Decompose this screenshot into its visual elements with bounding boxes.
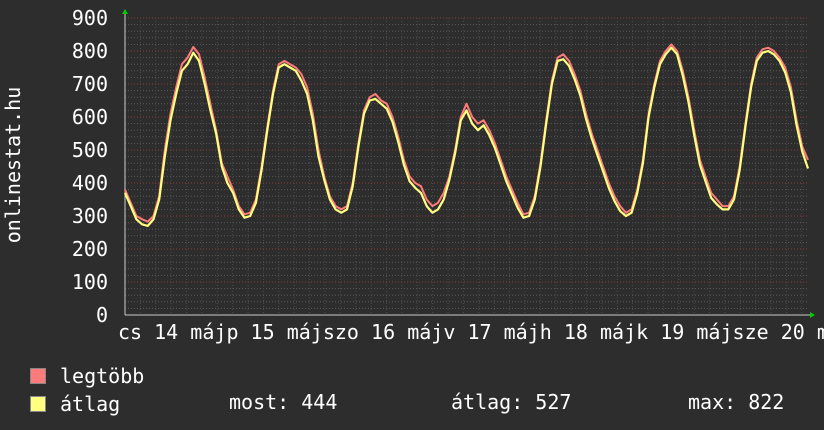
stat-max: max: 822: [688, 390, 785, 414]
x-tick-label: máj: [817, 320, 824, 344]
x-tick-label: cs: [118, 320, 142, 344]
stat-average: átlag: 527: [451, 390, 572, 414]
x-tick-label: 17: [467, 320, 491, 344]
line-chart: 0100200300400500600700800900 cs 14 máj p 15 m…: [1, 6, 824, 344]
y-tick-label: 900: [72, 6, 108, 30]
y-tick-label: 400: [72, 171, 108, 195]
y-tick-label: 500: [72, 138, 108, 162]
x-tick-label: h: [540, 320, 552, 344]
grid: [125, 17, 808, 316]
y-tick-label: 700: [72, 72, 108, 96]
x-tick-label: 19: [660, 320, 684, 344]
y-tick-label: 600: [72, 105, 108, 129]
stat-now: most: 444: [229, 390, 338, 414]
x-tick-label: sze: [733, 320, 769, 344]
y-tick-label: 200: [72, 237, 108, 261]
legend-label-atlag: átlag: [60, 392, 121, 416]
legend: legtöbb átlag: [30, 362, 144, 418]
x-tick-label: p: [226, 320, 238, 344]
legend-swatch-atlag: [30, 396, 46, 412]
x-tick-label: 20: [781, 320, 805, 344]
x-tick-label: máj: [287, 320, 323, 344]
x-tick-label: 18: [564, 320, 588, 344]
legend-item-legtobb: legtöbb: [30, 362, 144, 390]
x-axis-arrow: [810, 312, 815, 318]
x-tick-label: 16: [371, 320, 395, 344]
x-tick-label: máj: [407, 320, 443, 344]
x-tick-label: máj: [190, 320, 226, 344]
x-tick-label: 14: [154, 320, 178, 344]
y-tick-label: 100: [72, 270, 108, 294]
legend-swatch-legtobb: [30, 368, 46, 384]
legend-label-legtobb: legtöbb: [60, 364, 145, 388]
legend-item-atlag: átlag: [30, 390, 144, 418]
x-tick-label: v: [443, 320, 455, 344]
x-tick-label: szo: [323, 320, 359, 344]
x-tick-label: máj: [600, 320, 636, 344]
x-tick-label: k: [636, 320, 648, 344]
x-tick-label: 15: [251, 320, 275, 344]
y-tick-label: 0: [96, 303, 108, 327]
axes: [122, 9, 815, 318]
y-axis-label: onlinestat.hu: [1, 87, 25, 244]
y-axis-arrow: [122, 9, 128, 14]
x-tick-labels: cs 14 máj p 15 máj szo 16 máj v 17 máj h 18 máj k 19 máj s…: [118, 320, 824, 344]
y-tick-labels: 0 100 200 300 400 500 600 700 800 900: [72, 6, 108, 327]
y-tick-label: 800: [72, 39, 108, 63]
x-tick-label: máj: [504, 320, 540, 344]
y-tick-label: 300: [72, 204, 108, 228]
series-lines: [123, 43, 810, 227]
x-tick-label: máj: [696, 320, 732, 344]
